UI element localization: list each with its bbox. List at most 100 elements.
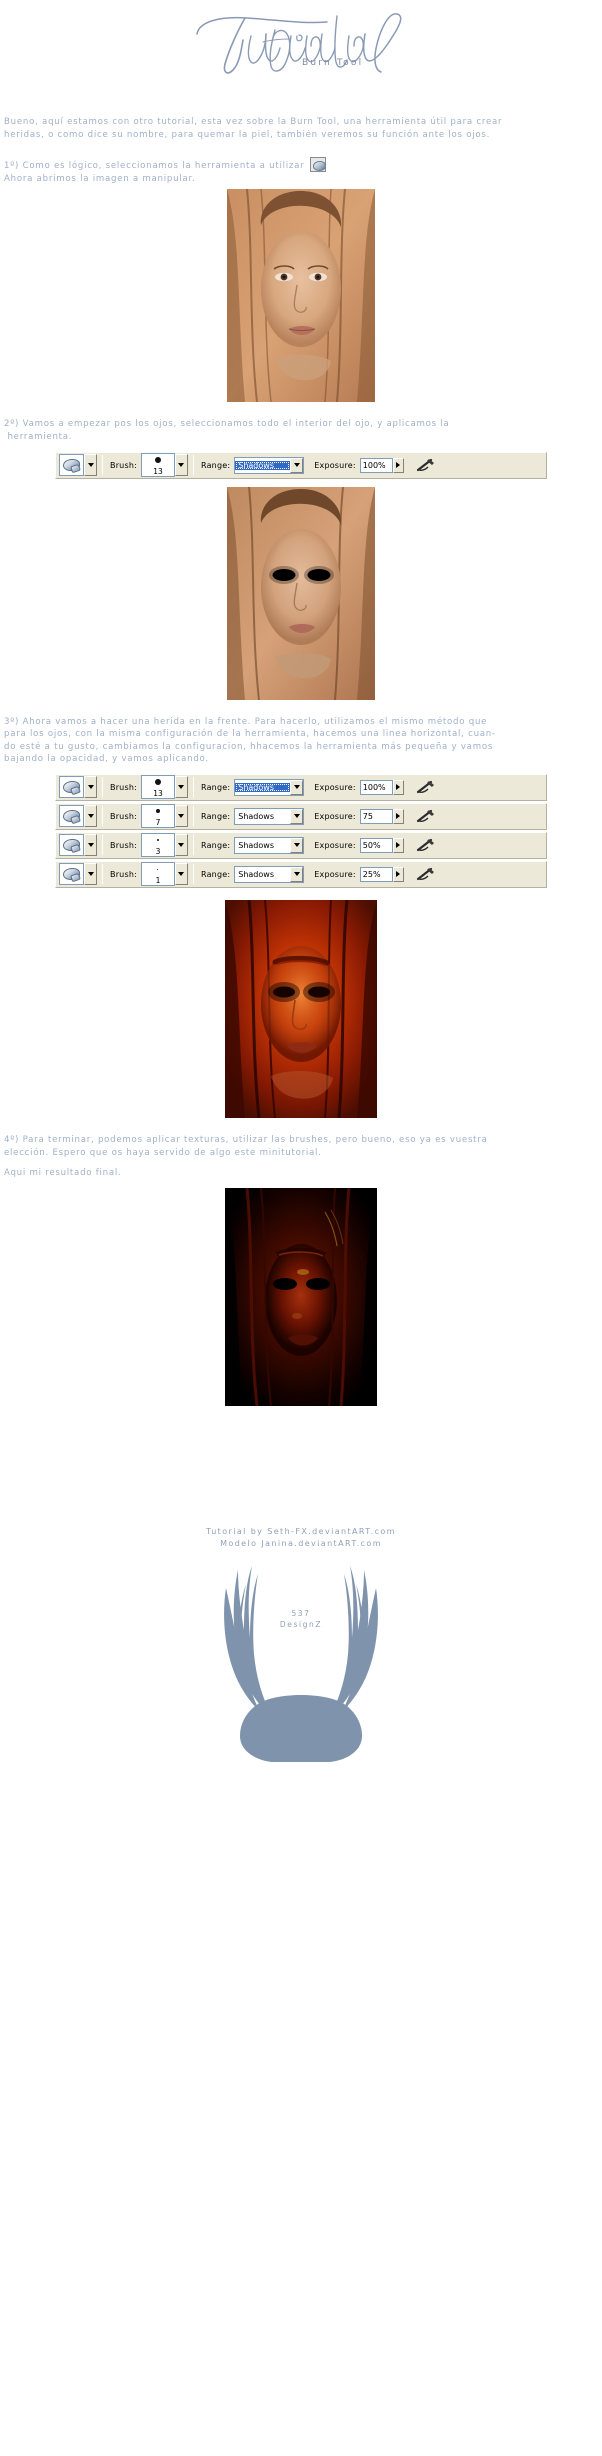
brush-preview[interactable]: 13 xyxy=(140,453,175,478)
crest-line-1: 537 xyxy=(291,1608,311,1618)
footer-credits: Tutorial by Seth-FX.deviantART.com Model… xyxy=(0,1526,602,1550)
range-select[interactable]: Shadows xyxy=(234,836,305,854)
range-label: Range: xyxy=(200,869,231,879)
brush-preview[interactable]: 3 xyxy=(140,833,175,858)
image-original xyxy=(227,189,375,403)
tool-preset-dropdown[interactable] xyxy=(84,454,97,477)
exposure-stepper[interactable] xyxy=(392,837,404,853)
exposure-stepper[interactable] xyxy=(392,457,404,473)
exposure-input[interactable]: 100% xyxy=(359,457,393,473)
airbrush-toggle[interactable] xyxy=(413,834,438,857)
chevron-down-icon[interactable] xyxy=(290,457,304,473)
chevron-right-icon xyxy=(396,813,401,820)
step-4-final-note: Aqui mi resultado final. xyxy=(4,1168,122,1179)
divider xyxy=(102,806,103,827)
photoshop-option-bar-step2[interactable]: Brush: 13 Range: Shadows Exposure: 100% xyxy=(55,451,547,479)
exposure-label: Exposure: xyxy=(314,460,356,470)
brush-size-value: 13 xyxy=(153,789,163,799)
image-wound xyxy=(225,899,377,1118)
tool-preset-dropdown[interactable] xyxy=(84,863,97,886)
chevron-down-icon[interactable] xyxy=(290,808,304,824)
chevron-down-icon[interactable] xyxy=(290,779,304,795)
chevron-down-icon xyxy=(87,872,94,877)
chevron-right-icon xyxy=(396,462,401,469)
divider xyxy=(192,777,194,798)
designz-crest: 537 DesignZ xyxy=(0,1564,602,1764)
airbrush-icon xyxy=(416,810,434,823)
crest-line-2: DesignZ xyxy=(279,1619,323,1629)
brush-label: Brush: xyxy=(110,840,137,850)
airbrush-toggle[interactable] xyxy=(413,454,438,477)
burn-tool-well[interactable] xyxy=(59,834,84,857)
airbrush-toggle[interactable] xyxy=(413,776,438,799)
brush-dot-icon xyxy=(155,809,160,814)
chevron-down-icon xyxy=(178,785,185,790)
range-select[interactable]: Shadows xyxy=(234,807,305,825)
brush-dot-icon xyxy=(156,839,159,842)
exposure-label: Exposure: xyxy=(314,782,356,792)
brush-dropdown[interactable] xyxy=(174,776,188,799)
range-label: Range: xyxy=(200,460,231,470)
photoshop-option-bar-a[interactable]: Brush: 13 Range: Shadows Exposure: 100% xyxy=(55,773,547,801)
chevron-down-icon[interactable] xyxy=(290,866,304,882)
brush-preview[interactable]: 7 xyxy=(140,804,175,829)
range-label: Range: xyxy=(200,840,231,850)
exposure-stepper[interactable] xyxy=(392,866,404,882)
chevron-down-icon[interactable] xyxy=(290,837,304,853)
brush-size-value: 1 xyxy=(155,876,161,886)
brush-preview[interactable]: 13 xyxy=(140,775,175,800)
tool-preset-dropdown[interactable] xyxy=(84,776,97,799)
brush-dropdown[interactable] xyxy=(174,834,188,857)
chevron-down-icon xyxy=(87,463,94,468)
exposure-stepper[interactable] xyxy=(392,808,404,824)
exposure-value: 100% xyxy=(362,782,386,792)
brush-size-value: 7 xyxy=(155,818,161,828)
airbrush-toggle[interactable] xyxy=(413,863,438,886)
brush-dropdown[interactable] xyxy=(174,454,188,477)
tool-preset-dropdown[interactable] xyxy=(84,834,97,857)
brush-dropdown[interactable] xyxy=(174,863,188,886)
burn-tool-well[interactable] xyxy=(59,454,84,477)
chevron-down-icon xyxy=(87,814,94,819)
step-3-paragraph: 3º) Ahora vamos a hacer una herida en la… xyxy=(4,716,496,765)
photoshop-option-bar-c[interactable]: Brush: 3 Range: Shadows Exposure: 50% xyxy=(55,831,547,859)
exposure-input[interactable]: 75 xyxy=(359,808,393,824)
brush-label: Brush: xyxy=(110,782,137,792)
divider xyxy=(192,864,194,885)
intro-paragraph: Bueno, aquí estamos con otro tutorial, e… xyxy=(4,117,503,140)
exposure-input[interactable]: 50% xyxy=(359,837,393,853)
divider xyxy=(102,777,103,798)
burn-tool-icon xyxy=(309,157,326,173)
brush-dot-icon xyxy=(154,779,161,786)
chevron-down-icon xyxy=(87,843,94,848)
brush-preview[interactable]: 1 xyxy=(140,862,175,887)
range-value: Shadows xyxy=(238,840,274,850)
step-4-paragraph: 4º) Para terminar, podemos aplicar textu… xyxy=(4,1134,488,1158)
burn-tool-icon xyxy=(63,868,80,881)
exposure-stepper[interactable] xyxy=(392,779,404,795)
exposure-input[interactable]: 100% xyxy=(359,779,393,795)
tool-preset-dropdown[interactable] xyxy=(84,805,97,828)
range-select[interactable]: Shadows xyxy=(234,778,305,796)
photoshop-option-bar-b[interactable]: Brush: 7 Range: Shadows Exposure: 75 xyxy=(55,802,547,830)
divider xyxy=(102,864,103,885)
brush-dropdown[interactable] xyxy=(174,805,188,828)
exposure-label: Exposure: xyxy=(314,811,356,821)
step-1-paragraph-line2: Ahora abrimos la imagen a manipular. xyxy=(4,173,196,184)
exposure-value: 25% xyxy=(362,869,381,879)
brush-label: Brush: xyxy=(110,811,137,821)
chevron-down-icon xyxy=(178,843,185,848)
divider xyxy=(192,455,194,476)
range-select[interactable]: Shadows xyxy=(234,865,305,883)
exposure-input[interactable]: 25% xyxy=(359,866,393,882)
burn-tool-well[interactable] xyxy=(59,776,84,799)
burn-tool-icon xyxy=(63,839,80,852)
burn-tool-well[interactable] xyxy=(59,863,84,886)
exposure-value: 100% xyxy=(362,460,386,470)
photoshop-option-bar-d[interactable]: Brush: 1 Range: Shadows Exposure: 25% xyxy=(55,860,547,888)
burn-tool-well[interactable] xyxy=(59,805,84,828)
step-2-paragraph: 2º) Vamos a empezar pos los ojos, selecc… xyxy=(4,419,450,442)
range-select[interactable]: Shadows xyxy=(234,456,305,474)
airbrush-toggle[interactable] xyxy=(413,805,438,828)
brush-label: Brush: xyxy=(110,869,137,879)
